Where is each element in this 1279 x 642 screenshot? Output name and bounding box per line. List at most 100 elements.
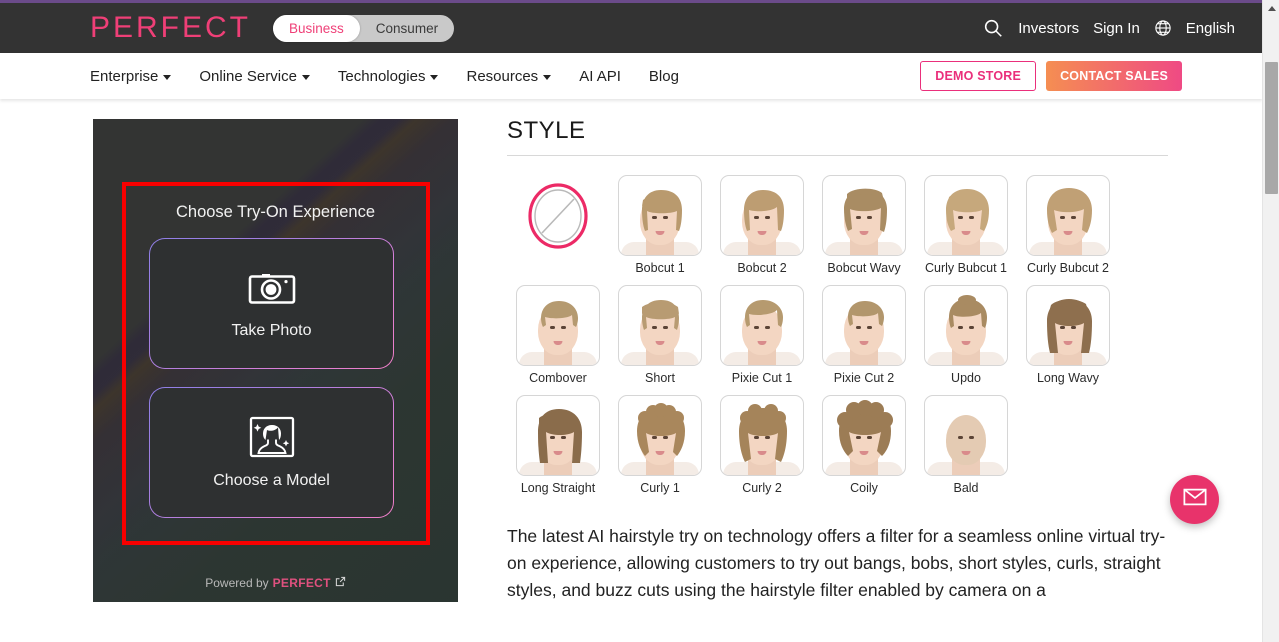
nav-item-list: Enterprise Online Service Technologies R… xyxy=(90,68,679,85)
nav-label: Enterprise xyxy=(90,68,158,85)
style-label: Long Wavy xyxy=(1037,371,1099,385)
segment-consumer[interactable]: Consumer xyxy=(360,15,454,42)
style-option-none[interactable] xyxy=(507,175,609,275)
nav-item-technologies[interactable]: Technologies xyxy=(338,68,439,85)
style-option-long-wavy[interactable]: Long Wavy xyxy=(1017,285,1119,385)
sign-in-link[interactable]: Sign In xyxy=(1093,20,1140,37)
style-label: Bobcut 1 xyxy=(635,261,684,275)
style-thumbnail xyxy=(924,175,1008,256)
style-option-curly-2[interactable]: Curly 2 xyxy=(711,395,813,495)
style-label: Coily xyxy=(850,481,878,495)
face-illustration xyxy=(721,396,803,475)
face-illustration xyxy=(721,286,803,365)
try-on-widget: Choose Try-On Experience Take Photo xyxy=(93,119,458,602)
external-link-icon xyxy=(335,576,346,590)
brand-logo[interactable]: PERFECT xyxy=(90,13,251,43)
contact-sales-button[interactable]: CONTACT SALES xyxy=(1046,61,1182,91)
style-thumbnail xyxy=(720,395,804,476)
face-illustration xyxy=(517,286,599,365)
style-thumbnail xyxy=(516,285,600,366)
style-label: Pixie Cut 2 xyxy=(834,371,894,385)
style-option-coily[interactable]: Coily xyxy=(813,395,915,495)
face-illustration xyxy=(823,286,905,365)
chevron-down-icon xyxy=(302,75,310,80)
audience-toggle[interactable]: Business Consumer xyxy=(273,15,454,42)
nav-label: Blog xyxy=(649,68,679,85)
style-option-updo[interactable]: Updo xyxy=(915,285,1017,385)
face-illustration xyxy=(925,286,1007,365)
segment-business[interactable]: Business xyxy=(273,15,360,42)
globe-icon[interactable] xyxy=(1154,19,1172,37)
nav-label: AI API xyxy=(579,68,621,85)
style-option-bobcut-wavy[interactable]: Bobcut Wavy xyxy=(813,175,915,275)
style-thumbnail xyxy=(1026,285,1110,366)
style-thumbnail xyxy=(822,285,906,366)
face-illustration xyxy=(721,176,803,255)
nav-item-ai-api[interactable]: AI API xyxy=(579,68,621,85)
style-label: Updo xyxy=(951,371,981,385)
style-thumbnail xyxy=(618,175,702,256)
search-icon[interactable] xyxy=(982,17,1004,39)
face-illustration xyxy=(619,176,701,255)
style-label: Bobcut 2 xyxy=(737,261,786,275)
style-label: Long Straight xyxy=(521,481,595,495)
face-illustration xyxy=(1027,176,1109,255)
style-label: Curly Bubcut 1 xyxy=(925,261,1007,275)
contact-mail-fab[interactable] xyxy=(1170,475,1219,524)
style-label: Combover xyxy=(529,371,587,385)
style-thumbnail xyxy=(516,395,600,476)
style-thumbnail xyxy=(924,395,1008,476)
style-option-bobcut-1[interactable]: Bobcut 1 xyxy=(609,175,711,275)
style-thumbnail xyxy=(822,175,906,256)
page-title: STYLE xyxy=(507,99,1207,155)
style-label: Short xyxy=(645,371,675,385)
investors-link[interactable]: Investors xyxy=(1018,20,1079,37)
style-label: Bald xyxy=(953,481,978,495)
description-paragraph: The latest AI hairstyle try on technolog… xyxy=(507,523,1168,604)
nav-label: Online Service xyxy=(199,68,297,85)
style-option-bald[interactable]: Bald xyxy=(915,395,1017,495)
chevron-down-icon xyxy=(430,75,438,80)
style-option-pixie-cut-2[interactable]: Pixie Cut 2 xyxy=(813,285,915,385)
style-option-curly-bubcut-2[interactable]: Curly Bubcut 2 xyxy=(1017,175,1119,275)
mail-icon xyxy=(1183,487,1207,512)
style-label: Curly 1 xyxy=(640,481,680,495)
scrollbar-thumb[interactable] xyxy=(1265,62,1278,194)
style-option-combover[interactable]: Combover xyxy=(507,285,609,385)
face-illustration xyxy=(823,176,905,255)
powered-by-footer[interactable]: Powered by PERFECT xyxy=(93,576,458,590)
scroll-up-arrow-icon[interactable] xyxy=(1263,0,1279,17)
page-scrollbar[interactable] xyxy=(1262,0,1279,642)
section-divider xyxy=(507,155,1168,156)
style-thumbnail xyxy=(720,285,804,366)
style-content: STYLE xyxy=(507,99,1207,604)
nav-item-online-service[interactable]: Online Service xyxy=(199,68,310,85)
site-header: PERFECT Business Consumer Investors Sign… xyxy=(0,3,1262,53)
highlight-box xyxy=(122,182,430,545)
style-thumbnail xyxy=(1026,175,1110,256)
nav-cta-group: DEMO STORE CONTACT SALES xyxy=(920,61,1182,91)
face-illustration xyxy=(823,396,905,475)
demo-store-button[interactable]: DEMO STORE xyxy=(920,61,1036,91)
nav-item-blog[interactable]: Blog xyxy=(649,68,679,85)
page-body: Choose Try-On Experience Take Photo xyxy=(0,99,1262,642)
style-option-curly-1[interactable]: Curly 1 xyxy=(609,395,711,495)
language-selector[interactable]: English xyxy=(1186,20,1235,37)
style-thumbnail xyxy=(618,395,702,476)
style-option-short[interactable]: Short xyxy=(609,285,711,385)
header-right-group: Investors Sign In English xyxy=(982,17,1235,39)
style-thumbnail xyxy=(720,175,804,256)
style-grid: Bobcut 1 Bobcut 2 xyxy=(507,175,1207,495)
style-thumbnail xyxy=(822,395,906,476)
style-option-long-straight[interactable]: Long Straight xyxy=(507,395,609,495)
nav-item-enterprise[interactable]: Enterprise xyxy=(90,68,171,85)
style-option-curly-bubcut-1[interactable]: Curly Bubcut 1 xyxy=(915,175,1017,275)
style-option-pixie-cut-1[interactable]: Pixie Cut 1 xyxy=(711,285,813,385)
style-option-bobcut-2[interactable]: Bobcut 2 xyxy=(711,175,813,275)
powered-by-brand: PERFECT xyxy=(273,576,331,590)
style-label: Bobcut Wavy xyxy=(827,261,900,275)
nav-label: Resources xyxy=(466,68,538,85)
nav-item-resources[interactable]: Resources xyxy=(466,68,551,85)
style-thumbnail xyxy=(618,285,702,366)
main-navigation: Enterprise Online Service Technologies R… xyxy=(0,53,1262,99)
